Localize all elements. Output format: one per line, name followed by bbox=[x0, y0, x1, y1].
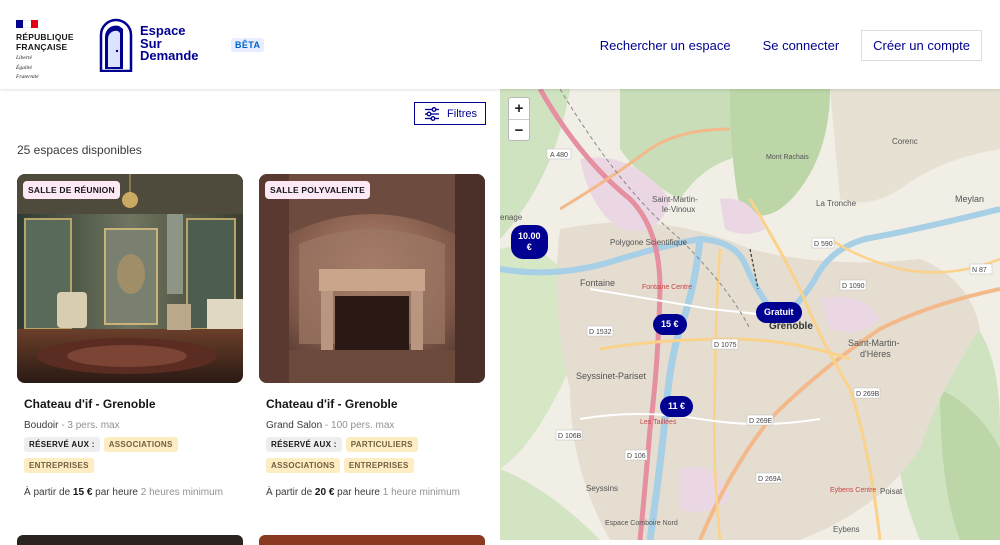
map-label-seyssins: Seyssins bbox=[586, 484, 618, 493]
map-road-d106: D 106 bbox=[627, 453, 646, 460]
map-label-st-martin-dheres-2: d'Hères bbox=[860, 349, 891, 359]
map-road-d1532: D 1532 bbox=[589, 329, 612, 336]
map-price-marker[interactable]: 11 € bbox=[660, 396, 694, 417]
map-label-les-taillees: Les Taillées bbox=[640, 419, 677, 426]
header-nav: Rechercher un espace Se connecter Créer … bbox=[568, 30, 982, 61]
zoom-out-button[interactable]: − bbox=[509, 119, 529, 140]
space-price: À partir de 20 € par heure 1 heure minim… bbox=[266, 487, 461, 498]
reserved-label: RÉSERVÉ AUX : bbox=[266, 437, 342, 452]
map-road-a480: A 480 bbox=[550, 152, 568, 159]
map-price-marker[interactable]: 15 € bbox=[653, 314, 687, 335]
next-card-photo[interactable] bbox=[259, 535, 485, 545]
map-label-meylan: Meylan bbox=[955, 194, 984, 204]
zoom-in-button[interactable]: + bbox=[509, 98, 529, 119]
audience-tags: RÉSERVÉ AUX : ASSOCIATIONS ENTREPRISES bbox=[24, 437, 239, 479]
space-photo: SALLE DE RÉUNION bbox=[17, 174, 243, 383]
rf-motto-1: Liberté bbox=[16, 55, 32, 61]
map-road-d1075: D 1075 bbox=[714, 342, 737, 349]
boudoir-photo bbox=[17, 174, 243, 383]
map-label-mont-rachais: Mont Rachais bbox=[766, 154, 809, 161]
rf-motto-3: Fraternité bbox=[16, 74, 39, 80]
results-count: 25 espaces disponibles bbox=[17, 143, 142, 157]
map-label-polygone: Polygone Scientifique bbox=[610, 238, 687, 247]
map-label-eybens-centre: Eybens Centre bbox=[830, 487, 876, 494]
space-capacity: - 100 pers. max bbox=[322, 420, 395, 431]
republique-francaise-logo[interactable]: RÉPUBLIQUE FRANÇAISE Liberté Égalité Fra… bbox=[16, 20, 86, 81]
space-card[interactable]: SALLE POLYVALENTE Chateau d'if - Grenobl… bbox=[259, 174, 485, 498]
map-road-d269b: D 269B bbox=[856, 391, 880, 398]
space-title[interactable]: Chateau d'if - Grenoble bbox=[24, 397, 243, 411]
rf-motto-2: Égalité bbox=[16, 64, 32, 71]
map-label-fontaine: Fontaine bbox=[580, 278, 615, 288]
audience-tag: ENTREPRISES bbox=[343, 458, 414, 473]
map-label-espace-comboire: Espace Comboire Nord bbox=[605, 520, 678, 527]
space-capacity: - 3 pers. max bbox=[58, 420, 120, 431]
category-badge: SALLE DE RÉUNION bbox=[23, 181, 120, 199]
results-list: Filtres 25 espaces disponibles SALLE DE … bbox=[0, 89, 500, 545]
category-badge: SALLE POLYVALENTE bbox=[265, 181, 371, 199]
map-label-st-martin-vinoux-2: le-Vinoux bbox=[662, 205, 695, 214]
map[interactable]: Grenoble Fontaine Seyssinet-Pariset Sain… bbox=[500, 89, 1000, 540]
grand-salon-photo bbox=[259, 174, 485, 383]
next-card-photo[interactable] bbox=[17, 535, 243, 545]
door-logo-icon[interactable] bbox=[99, 17, 133, 72]
space-room: Grand Salon - 100 pers. max bbox=[266, 420, 395, 431]
map-road-d269a: D 269A bbox=[758, 476, 782, 483]
filters-button[interactable]: Filtres bbox=[414, 102, 486, 125]
audience-tag: ASSOCIATIONS bbox=[266, 458, 340, 473]
map-label-la-tronche: La Tronche bbox=[816, 199, 857, 208]
map-price-marker[interactable]: 10.00 € bbox=[511, 225, 548, 259]
sliders-icon bbox=[425, 107, 439, 121]
map-label-seyssinet: Seyssinet-Pariset bbox=[576, 371, 647, 381]
map-label-st-martin-dheres: Saint-Martin- bbox=[848, 338, 900, 348]
french-flag-icon bbox=[16, 20, 38, 28]
map-price-marker[interactable]: Gratuit bbox=[756, 302, 802, 323]
map-label-poisat: Poisat bbox=[880, 487, 903, 496]
space-photo: SALLE POLYVALENTE bbox=[259, 174, 485, 383]
brand-name[interactable]: Espace Sur Demande bbox=[140, 24, 199, 63]
audience-tags: RÉSERVÉ AUX : PARTICULIERS ASSOCIATIONS … bbox=[266, 437, 481, 479]
site-header: RÉPUBLIQUE FRANÇAISE Liberté Égalité Fra… bbox=[0, 0, 1000, 89]
map-road-d590: D 590 bbox=[814, 241, 833, 248]
audience-tag: ASSOCIATIONS bbox=[103, 437, 178, 452]
map-label-eybens: Eybens bbox=[833, 525, 860, 534]
space-card[interactable]: SALLE DE RÉUNION Chateau d'if - Grenoble… bbox=[17, 174, 243, 498]
map-road-d106b: D 106B bbox=[558, 433, 582, 440]
map-road-d1090: D 1090 bbox=[842, 283, 865, 290]
reserved-label: RÉSERVÉ AUX : bbox=[24, 437, 100, 452]
map-label-enage: enage bbox=[500, 213, 523, 222]
map-label-fontaine-centre: Fontaine Centre bbox=[642, 284, 692, 291]
space-title[interactable]: Chateau d'if - Grenoble bbox=[266, 397, 485, 411]
space-price: À partir de 15 € par heure 2 heures mini… bbox=[24, 487, 224, 498]
filters-label: Filtres bbox=[447, 107, 477, 120]
map-tiles[interactable]: Grenoble Fontaine Seyssinet-Pariset Sain… bbox=[500, 89, 1000, 540]
map-label-st-martin-vinoux: Saint-Martin- bbox=[652, 195, 698, 204]
login-link[interactable]: Se connecter bbox=[763, 38, 840, 53]
beta-badge: BÊTA bbox=[231, 38, 265, 52]
map-road-n87: N 87 bbox=[972, 267, 987, 274]
map-label-corenc: Corenc bbox=[892, 137, 918, 146]
map-zoom-control: + − bbox=[508, 97, 530, 141]
search-space-link[interactable]: Rechercher un espace bbox=[600, 38, 731, 53]
rf-name-line-2: FRANÇAISE bbox=[16, 42, 68, 52]
signup-button[interactable]: Créer un compte bbox=[861, 30, 982, 61]
rf-name-line-1: RÉPUBLIQUE bbox=[16, 32, 74, 42]
audience-tag: ENTREPRISES bbox=[24, 458, 94, 473]
space-room: Boudoir - 3 pers. max bbox=[24, 420, 120, 431]
audience-tag: PARTICULIERS bbox=[345, 437, 418, 452]
map-road-d269e: D 269E bbox=[749, 418, 773, 425]
